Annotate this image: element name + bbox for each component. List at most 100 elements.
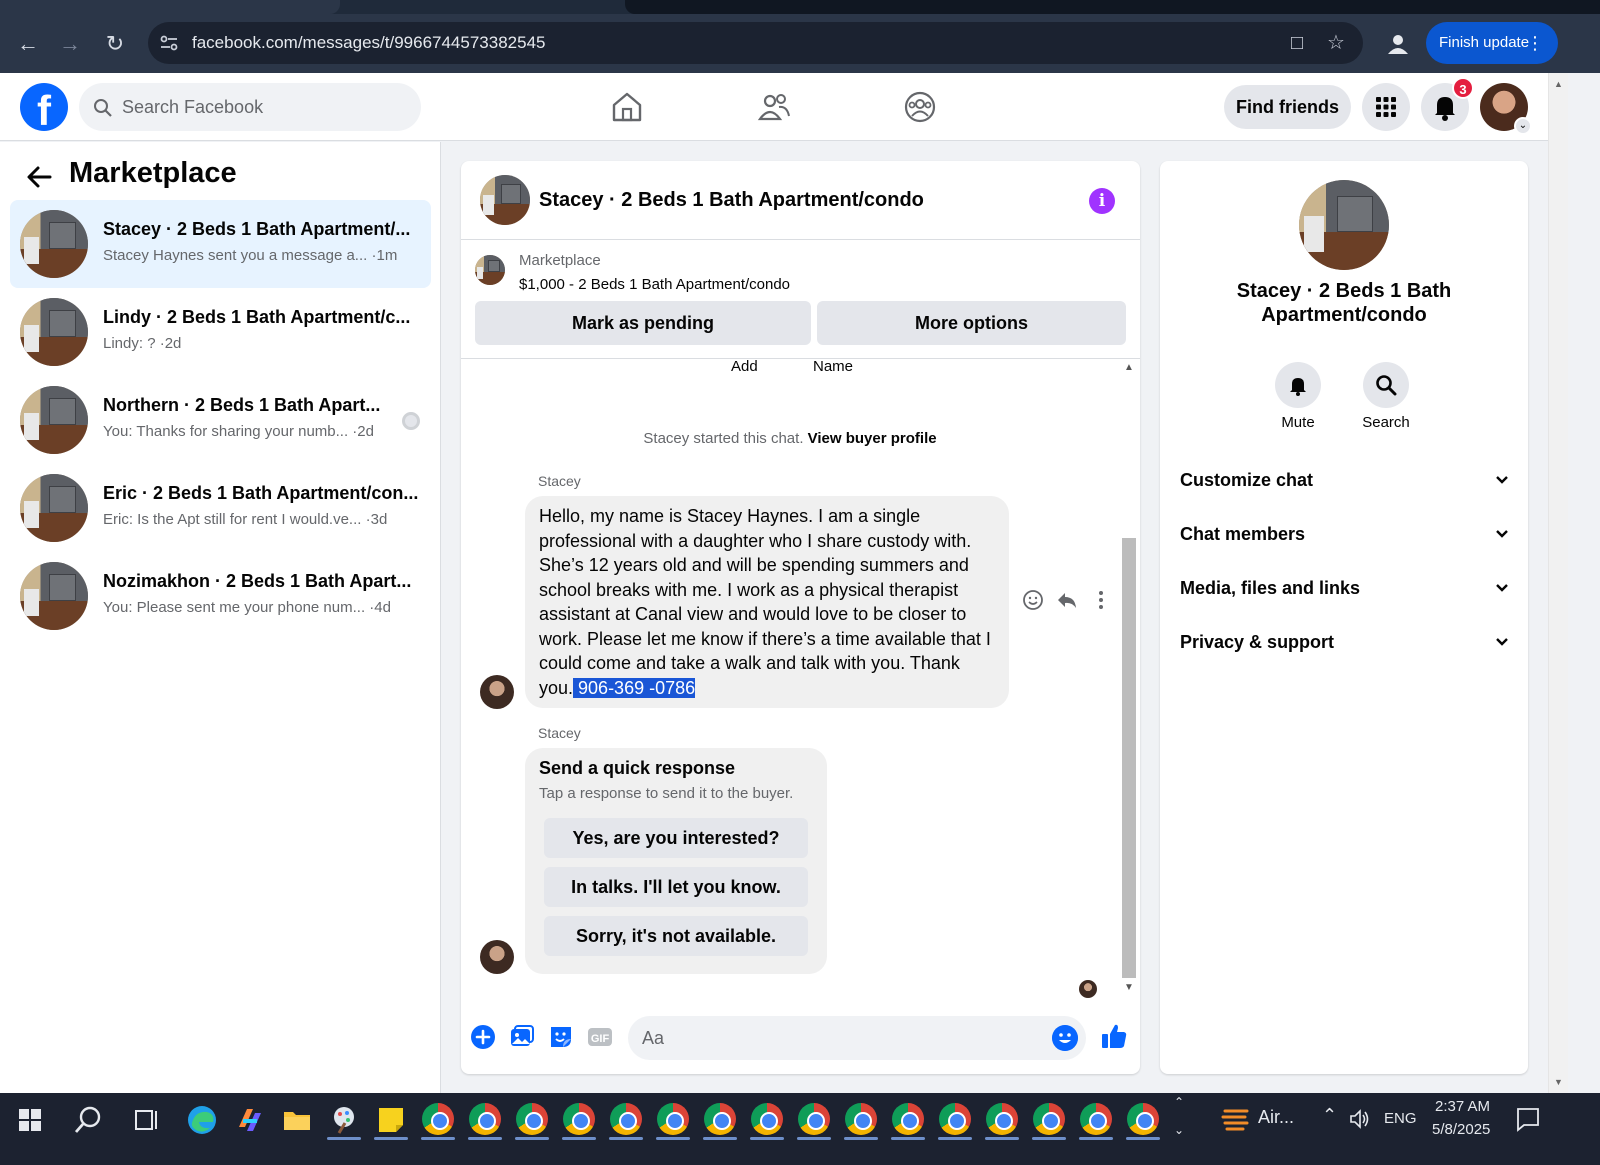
file-explorer-icon[interactable] bbox=[280, 1103, 314, 1137]
find-friends-button[interactable]: Find friends bbox=[1224, 85, 1351, 129]
weather-label[interactable]: Air... bbox=[1258, 1107, 1294, 1128]
tray-chevron-up-icon[interactable]: ⌃ bbox=[1322, 1105, 1337, 1126]
reply-icon[interactable] bbox=[1055, 588, 1079, 612]
browser-profile-icon[interactable] bbox=[1382, 28, 1414, 60]
message-input[interactable]: Aa bbox=[628, 1016, 1086, 1060]
chrome-icon[interactable] bbox=[845, 1103, 877, 1135]
mark-as-pending-button[interactable]: Mark as pending bbox=[475, 301, 811, 345]
site-settings-icon[interactable] bbox=[158, 32, 180, 54]
sticker-icon[interactable] bbox=[547, 1023, 575, 1051]
weather-haze-icon[interactable] bbox=[1219, 1101, 1253, 1135]
taskbar-search-icon[interactable] bbox=[71, 1103, 105, 1137]
sender-avatar[interactable] bbox=[480, 675, 514, 709]
customize-chat-section[interactable]: Customize chat bbox=[1180, 470, 1510, 500]
thumbs-up-icon[interactable] bbox=[1099, 1021, 1129, 1051]
taskbar-scroll-down-icon[interactable]: ⌄ bbox=[1174, 1123, 1184, 1137]
chrome-icon[interactable] bbox=[610, 1103, 642, 1135]
home-icon[interactable] bbox=[610, 90, 644, 124]
reload-icon[interactable]: ↻ bbox=[99, 28, 131, 60]
conversation-item[interactable]: Nozimakhon · 2 Beds 1 Bath Apart... You:… bbox=[10, 552, 431, 640]
sender-avatar[interactable] bbox=[480, 940, 514, 974]
chrome-icon[interactable] bbox=[798, 1103, 830, 1135]
menu-button[interactable] bbox=[1362, 83, 1410, 131]
listing-price-title[interactable]: $1,000 - 2 Beds 1 Bath Apartment/condo bbox=[519, 276, 790, 293]
conversation-item[interactable]: Lindy · 2 Beds 1 Bath Apartment/c... Lin… bbox=[10, 288, 431, 376]
search-in-chat-button[interactable] bbox=[1363, 362, 1409, 408]
chrome-icon[interactable] bbox=[892, 1103, 924, 1135]
quick-response-button[interactable]: Yes, are you interested? bbox=[544, 818, 808, 858]
facebook-logo-icon[interactable]: f bbox=[20, 83, 68, 131]
chrome-icon[interactable] bbox=[986, 1103, 1018, 1135]
forward-icon[interactable]: → bbox=[54, 28, 86, 60]
copilot-icon[interactable] bbox=[233, 1103, 267, 1137]
scroll-down-icon[interactable]: ▼ bbox=[1124, 982, 1134, 993]
page-scrollbar[interactable]: ▲ ▼ bbox=[1548, 73, 1568, 1093]
scroll-down-icon[interactable]: ▼ bbox=[1554, 1077, 1563, 1087]
chat-members-section[interactable]: Chat members bbox=[1180, 524, 1510, 554]
info-icon[interactable]: i bbox=[1089, 188, 1115, 214]
thread-scrollbar[interactable]: ▲ ▼ bbox=[1118, 360, 1140, 1000]
windows-start-icon[interactable] bbox=[13, 1103, 47, 1137]
conversation-item[interactable]: Stacey · 2 Beds 1 Bath Apartment/... Sta… bbox=[10, 200, 431, 288]
emoji-icon[interactable] bbox=[1052, 1025, 1078, 1051]
browser-menu-icon[interactable]: ⋮ bbox=[1526, 22, 1544, 64]
taskbar-scroll-up-icon[interactable]: ⌃ bbox=[1174, 1095, 1184, 1109]
url-text[interactable]: facebook.com/messages/t/9966744573382545 bbox=[192, 33, 545, 53]
volume-icon[interactable] bbox=[1348, 1107, 1372, 1131]
friends-icon[interactable] bbox=[757, 90, 791, 124]
conversation-item[interactable]: Northern · 2 Beds 1 Bath Apart... You: T… bbox=[10, 376, 431, 464]
chat-title[interactable]: Stacey · 2 Beds 1 Bath Apartment/condo bbox=[539, 189, 924, 212]
plus-circle-icon[interactable] bbox=[469, 1023, 497, 1051]
address-bar[interactable]: facebook.com/messages/t/9966744573382545… bbox=[148, 22, 1363, 64]
chrome-icon[interactable] bbox=[469, 1103, 501, 1135]
view-buyer-profile-link[interactable]: View buyer profile bbox=[808, 430, 937, 447]
paint-icon[interactable] bbox=[327, 1103, 361, 1137]
chrome-icon[interactable] bbox=[751, 1103, 783, 1135]
browser-tab[interactable] bbox=[0, 0, 340, 14]
chrome-icon[interactable] bbox=[939, 1103, 971, 1135]
clock-date[interactable]: 5/8/2025 bbox=[1432, 1121, 1490, 1138]
svg-text:GIF: GIF bbox=[591, 1033, 610, 1045]
chrome-icon[interactable] bbox=[516, 1103, 548, 1135]
chat-listing-avatar[interactable] bbox=[480, 175, 530, 225]
react-emoji-icon[interactable] bbox=[1021, 588, 1045, 612]
privacy-support-section[interactable]: Privacy & support bbox=[1180, 632, 1510, 662]
chrome-icon[interactable] bbox=[422, 1103, 454, 1135]
scroll-up-icon[interactable]: ▲ bbox=[1124, 362, 1134, 373]
language-indicator[interactable]: ENG bbox=[1384, 1110, 1417, 1127]
chrome-icon[interactable] bbox=[1080, 1103, 1112, 1135]
back-arrow-icon[interactable] bbox=[24, 162, 54, 192]
browser-tab-active[interactable] bbox=[625, 0, 1600, 14]
listing-large-avatar[interactable] bbox=[1299, 180, 1389, 270]
media-files-links-section[interactable]: Media, files and links bbox=[1180, 578, 1510, 608]
finish-update-button[interactable]: Finish update ⋮ bbox=[1426, 22, 1558, 64]
quick-response-button[interactable]: Sorry, it's not available. bbox=[544, 916, 808, 956]
bookmark-star-icon[interactable]: ☆ bbox=[1324, 32, 1348, 54]
notification-center-icon[interactable] bbox=[1514, 1105, 1542, 1133]
gif-icon[interactable]: GIF bbox=[586, 1023, 614, 1051]
groups-icon[interactable] bbox=[903, 90, 937, 124]
quick-response-button[interactable]: In talks. I'll let you know. bbox=[544, 867, 808, 907]
more-options-button[interactable]: More options bbox=[817, 301, 1126, 345]
edge-icon[interactable] bbox=[185, 1103, 219, 1137]
task-view-icon[interactable] bbox=[130, 1103, 164, 1137]
message-bubble[interactable]: Hello, my name is Stacey Haynes. I am a … bbox=[525, 496, 1009, 708]
more-vertical-icon[interactable] bbox=[1089, 588, 1113, 612]
scroll-up-icon[interactable]: ▲ bbox=[1554, 79, 1563, 89]
photo-icon[interactable] bbox=[508, 1023, 536, 1051]
listing-mini-thumbnail[interactable] bbox=[475, 255, 505, 285]
scrollbar-thumb[interactable] bbox=[1122, 538, 1136, 978]
account-avatar[interactable]: ⌄ bbox=[1480, 83, 1532, 135]
chrome-icon[interactable] bbox=[704, 1103, 736, 1135]
install-app-icon[interactable]: □ bbox=[1285, 32, 1309, 54]
conversation-item[interactable]: Eric · 2 Beds 1 Bath Apartment/con... Er… bbox=[10, 464, 431, 552]
search-facebook-input[interactable]: Search Facebook bbox=[79, 83, 421, 131]
clock-time[interactable]: 2:37 AM bbox=[1435, 1098, 1490, 1115]
mute-button[interactable] bbox=[1275, 362, 1321, 408]
chrome-icon[interactable] bbox=[563, 1103, 595, 1135]
chrome-icon[interactable] bbox=[1127, 1103, 1159, 1135]
sticky-notes-icon[interactable] bbox=[374, 1103, 408, 1137]
chrome-icon[interactable] bbox=[1033, 1103, 1065, 1135]
chrome-icon[interactable] bbox=[657, 1103, 689, 1135]
back-icon[interactable]: ← bbox=[12, 28, 44, 60]
